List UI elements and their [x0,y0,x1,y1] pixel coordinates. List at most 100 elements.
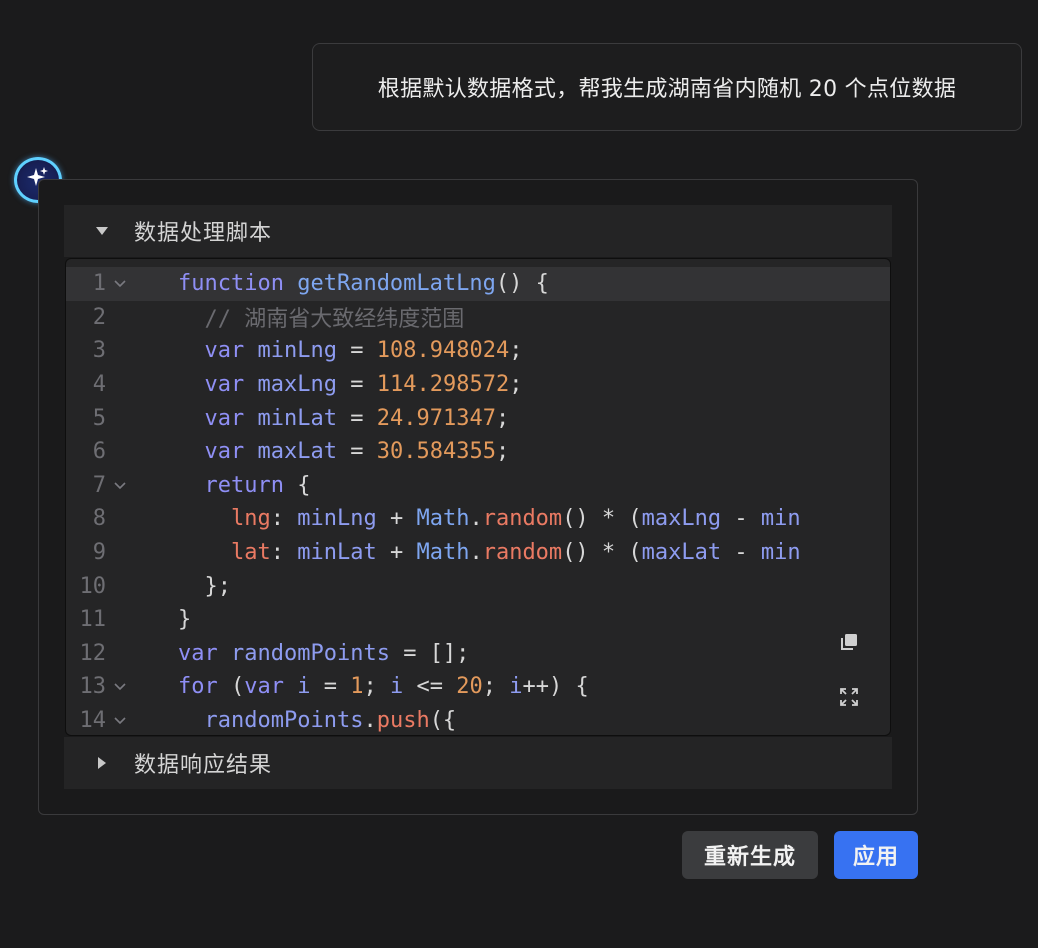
code-token: maxLng [641,506,722,532]
code-token: . [363,708,377,734]
code-token: 1 [350,674,364,700]
code-line[interactable]: 6 var maxLat = 30.584355; [66,435,890,469]
code-line[interactable]: 9 lat: minLat + Math.random() * (maxLat … [66,536,890,570]
code-line[interactable]: 14 randomPoints.push({ [66,704,890,735]
code-token: : [270,540,298,566]
code-text: }; [178,574,231,599]
code-token: = []; [389,640,470,666]
code-token: function [178,271,284,297]
result-section-title: 数据响应结果 [134,753,273,778]
line-number: 2 [92,304,106,330]
fold-chevron-icon[interactable] [114,680,126,696]
code-token: randomPoints [231,640,390,666]
result-section-header[interactable]: 数据响应结果 [64,737,892,789]
code-token: random [482,506,563,532]
code-line[interactable]: 13 for (var i = 1; i <= 20; i++) { [66,670,890,704]
user-message-bubble: 根据默认数据格式，帮我生成湖南省内随机 20 个点位数据 [312,43,1022,131]
code-text: var randomPoints = []; [178,641,469,666]
code-line[interactable]: 7 return { [66,469,890,503]
code-token: : [270,506,298,532]
code-text: function getRandomLatLng() { [178,271,549,296]
apply-button[interactable]: 应用 [834,831,918,879]
copy-icon[interactable] [838,631,860,653]
code-token: min [760,506,801,532]
code-token: + [376,506,417,532]
code-token: ( [217,674,245,700]
code-token: . [469,540,483,566]
fold-chevron-icon[interactable] [114,714,126,730]
code-token: i [390,674,404,700]
expand-icon[interactable] [838,686,860,708]
line-number: 11 [79,607,107,633]
code-token: }; [178,573,231,599]
code-token: getRandomLatLng [297,271,496,297]
code-token: ; [509,372,523,398]
line-number: 10 [79,573,107,599]
code-token: i [509,674,523,700]
code-text: // 湖南省大致经纬度范围 [178,301,465,333]
fold-chevron-icon[interactable] [114,479,126,495]
code-line[interactable]: 3 var minLng = 108.948024; [66,334,890,368]
code-line[interactable]: 1 function getRandomLatLng() { [66,267,890,301]
code-line[interactable]: 12 var randomPoints = []; [66,637,890,671]
code-token: } [178,607,192,633]
code-token: maxLat [641,540,722,566]
code-line[interactable]: 5 var minLat = 24.971347; [66,401,890,435]
code-line[interactable]: 11} [66,603,890,637]
code-text: lng: minLng + Math.random() * (maxLng - … [178,506,801,531]
code-line[interactable]: 10 }; [66,569,890,603]
code-line[interactable]: 4 var maxLng = 114.298572; [66,368,890,402]
code-token: var [204,338,245,364]
code-token: minLat [257,405,337,431]
code-token: - [721,506,761,532]
code-token: <= [403,674,457,700]
code-token: lng [230,506,271,532]
code-token: 114.298572 [376,372,510,398]
code-text: for (var i = 1; i <= 20; i++) { [178,674,589,699]
code-token: var [204,405,245,431]
code-token: minLng [297,506,377,532]
code-token: lat [230,540,271,566]
code-token: 24.971347 [376,405,496,431]
line-number: 12 [79,640,107,666]
code-token: var [178,640,218,666]
code-text: var maxLat = 30.584355; [178,439,510,465]
script-section-header[interactable]: 数据处理脚本 [64,205,892,257]
caret-right-icon [94,756,110,770]
code-text: randomPoints.push({ [178,708,457,734]
code-token: push [376,708,430,734]
code-token: minLng [257,338,337,364]
code-token: = [336,372,377,398]
code-line[interactable]: 8 lng: minLng + Math.random() * (maxLng … [66,502,890,536]
code-token: ; [495,439,510,465]
code-editor[interactable]: 14 randomPoints.push({13 for (var i = 1; … [65,258,891,736]
code-token: ; [509,338,523,364]
code-token: Math [416,506,470,532]
code-token: = [310,674,351,700]
code-token: var [204,372,245,398]
code-token: Math [416,540,470,566]
code-line[interactable]: 2 // 湖南省大致经纬度范围 [66,301,890,335]
code-token: - [721,540,761,566]
fold-chevron-icon[interactable] [114,277,126,293]
code-token: ++) { [522,674,589,700]
code-token: maxLng [257,372,337,398]
code-token: () * ( [562,540,642,566]
code-token: ; [482,674,510,700]
regenerate-button[interactable]: 重新生成 [682,831,818,879]
user-message-text: 根据默认数据格式，帮我生成湖南省内随机 20 个点位数据 [377,77,957,102]
code-text: var minLat = 24.971347; [178,405,510,431]
line-number: 5 [92,405,106,431]
